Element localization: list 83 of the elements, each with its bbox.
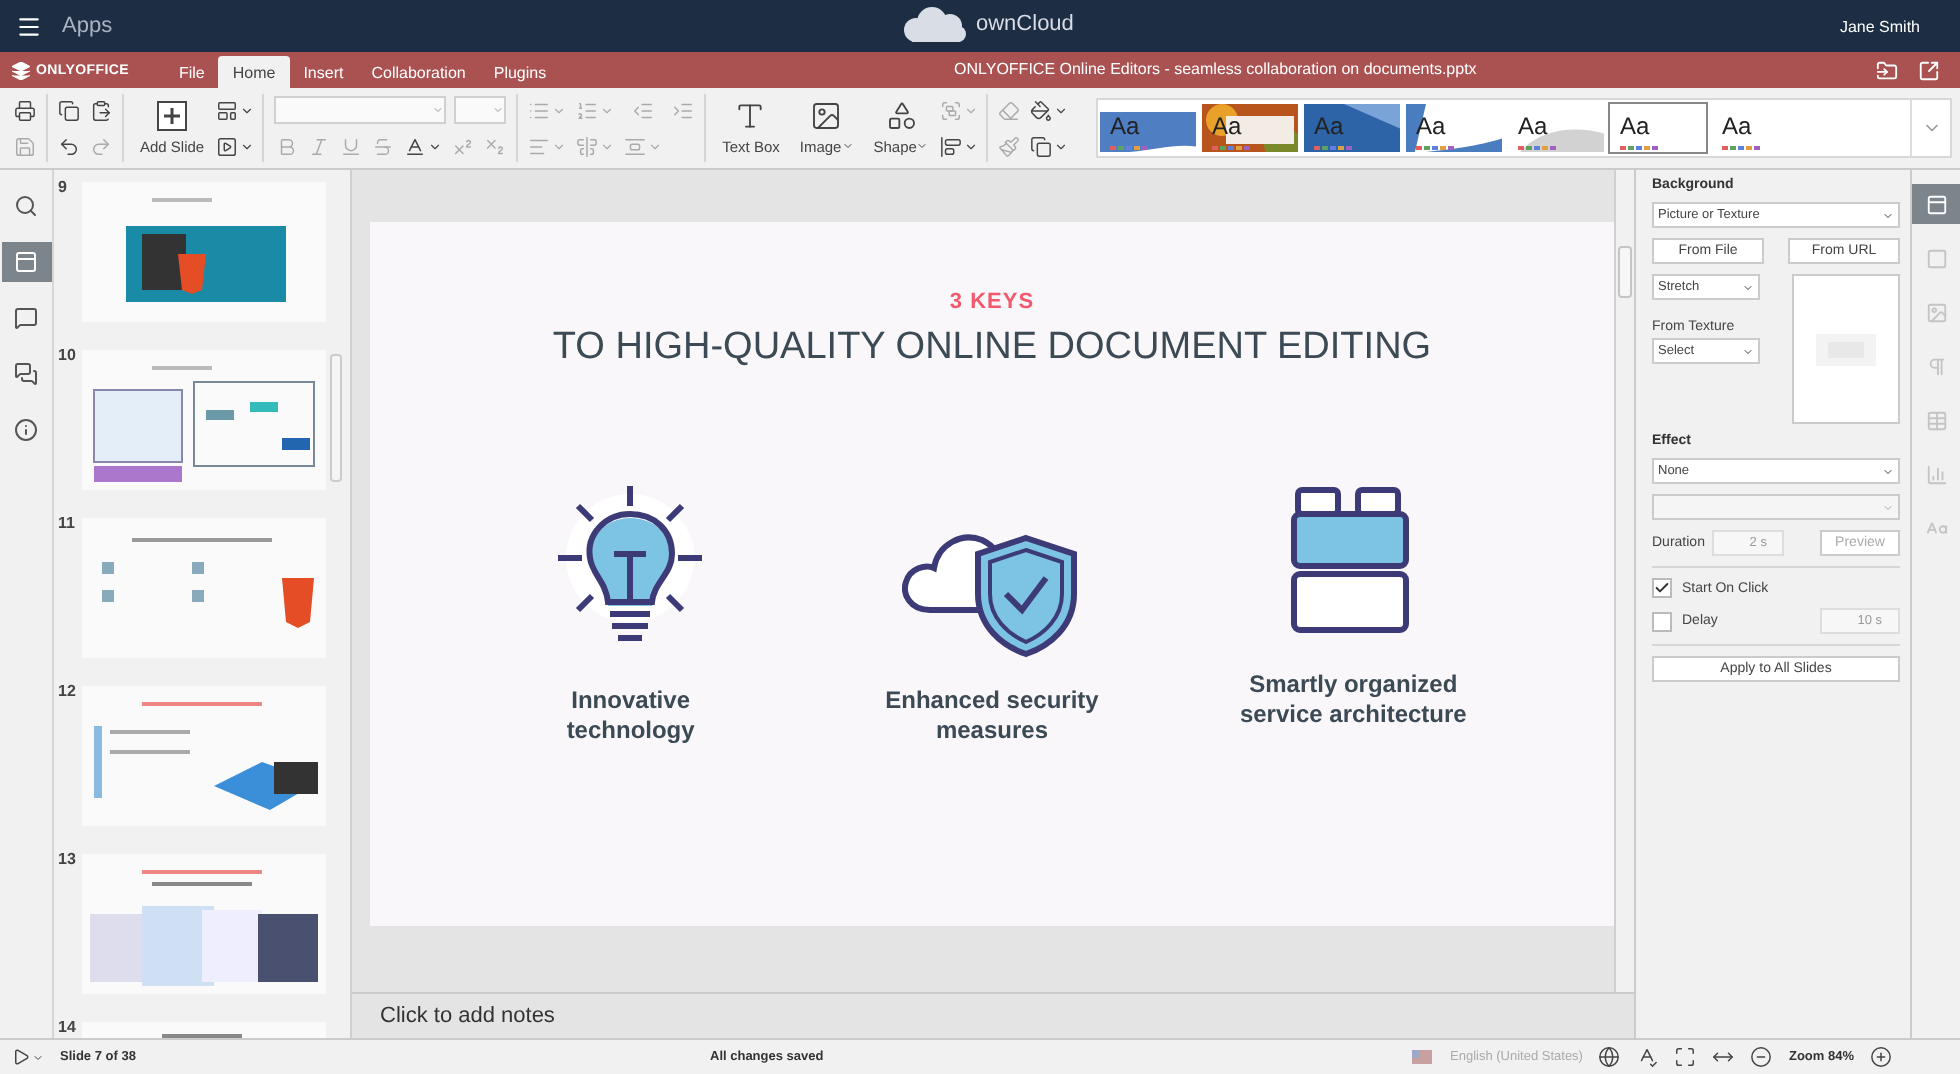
indent-increase-icon[interactable] xyxy=(672,99,695,121)
image-icon xyxy=(810,100,843,132)
theme-thumbnail[interactable]: Aa xyxy=(1608,102,1708,154)
line-spacing-icon[interactable] xyxy=(624,135,663,157)
caret-icon xyxy=(1882,501,1894,513)
bold-icon[interactable] xyxy=(275,135,298,157)
caret-icon xyxy=(916,140,929,152)
cloud-logo-icon xyxy=(900,6,968,42)
slide-number: 13 xyxy=(58,850,78,872)
slide-number: 14 xyxy=(58,1018,78,1038)
checkbox[interactable] xyxy=(1652,611,1672,631)
align-icon[interactable] xyxy=(940,135,979,157)
caret-icon xyxy=(1882,209,1894,221)
font-name-field[interactable] xyxy=(274,96,447,124)
plus-icon xyxy=(156,100,189,132)
slideshow-icon[interactable] xyxy=(216,135,255,157)
menu-tab[interactable]: File xyxy=(164,56,219,88)
text-box-icon xyxy=(734,100,767,132)
redo-icon[interactable] xyxy=(90,135,112,157)
caret-icon xyxy=(432,104,445,116)
vertical-align-icon[interactable] xyxy=(576,135,615,157)
slide-title: TO HIGH-QUALITY ONLINE DOCUMENT EDITING xyxy=(552,326,1432,370)
layers-logo-icon xyxy=(12,61,30,79)
paste-icon[interactable] xyxy=(90,99,112,121)
apps-label: Apps xyxy=(62,14,113,38)
caret-icon xyxy=(841,140,854,152)
feature-caption: Innovative technology xyxy=(564,686,697,746)
open-folder-icon[interactable] xyxy=(1876,59,1898,81)
underline-icon[interactable] xyxy=(339,135,362,157)
feature-caption: Smartly organized service architecture xyxy=(1237,670,1469,730)
brand-name: ownCloud xyxy=(976,12,1074,36)
notes-field[interactable]: Click to add notes xyxy=(376,1002,784,1030)
arrange-icon[interactable] xyxy=(940,99,979,121)
italic-icon[interactable] xyxy=(307,135,330,157)
menu-icon[interactable] xyxy=(16,13,42,39)
play-icon[interactable] xyxy=(12,1048,44,1066)
globe-icon[interactable] xyxy=(1598,1046,1621,1068)
flag-icon xyxy=(1412,1050,1432,1064)
user-name[interactable]: Jane Smith xyxy=(1839,17,1920,35)
feature-caption: Enhanced security measures xyxy=(883,686,1101,746)
menu-tab[interactable]: Insert xyxy=(289,56,358,88)
align-left-icon[interactable] xyxy=(528,135,567,157)
slides-icon[interactable] xyxy=(1,242,51,282)
caret-icon xyxy=(1742,345,1754,357)
document-title: ONLYOFFICE Online Editors - seamless collaboration on documents.pptx xyxy=(954,60,1477,78)
indent-decrease-icon[interactable] xyxy=(632,99,655,121)
menu-tab[interactable]: Plugins xyxy=(479,56,561,88)
checkbox[interactable] xyxy=(1652,578,1672,598)
menu-tab[interactable]: Home xyxy=(218,56,290,88)
save-icon[interactable] xyxy=(14,135,36,157)
scrollbar[interactable] xyxy=(1614,170,1634,992)
layout-icon[interactable] xyxy=(216,99,255,121)
menu-tab[interactable]: Collaboration xyxy=(357,56,480,88)
zoom-in-icon[interactable] xyxy=(1870,1046,1892,1068)
numbering-icon[interactable] xyxy=(576,99,615,121)
zoom-out-icon[interactable] xyxy=(1750,1046,1773,1068)
fit-slide-icon[interactable] xyxy=(1674,1046,1697,1068)
print-icon[interactable] xyxy=(14,99,36,121)
caret-icon xyxy=(492,104,505,116)
external-link-icon[interactable] xyxy=(1918,59,1940,81)
caret-icon xyxy=(1742,281,1754,293)
caret-icon xyxy=(1882,465,1894,477)
slide-settings-icon[interactable] xyxy=(1911,184,1960,224)
slide-number: 10 xyxy=(58,346,78,368)
subscript-icon[interactable] xyxy=(483,135,506,157)
slide-size-icon[interactable] xyxy=(1030,135,1069,157)
superscript-icon[interactable] xyxy=(451,135,474,157)
color-scheme-icon[interactable] xyxy=(1030,99,1069,121)
slide-number: 9 xyxy=(58,178,69,200)
undo-icon[interactable] xyxy=(58,135,80,157)
brush-icon[interactable] xyxy=(998,135,1021,157)
scrollbar[interactable] xyxy=(330,354,342,482)
font-size-field[interactable] xyxy=(454,96,507,124)
shapes-icon xyxy=(885,100,918,132)
font-color-icon[interactable] xyxy=(403,135,442,157)
strikethrough-icon[interactable] xyxy=(371,135,394,157)
slide-kicker: 3 KEYS xyxy=(949,290,1035,314)
slide-canvas[interactable]: 3 KEYS TO HIGH-QUALITY ONLINE DOCUMENT EDITING Innovative technology Enhanced security measures Smartly organized service architecture xyxy=(370,222,1614,926)
slide-number: 12 xyxy=(58,682,78,704)
copy-icon[interactable] xyxy=(58,99,80,121)
spellcheck-icon[interactable] xyxy=(1636,1046,1659,1068)
eraser-icon[interactable] xyxy=(998,99,1021,121)
slide-number: 11 xyxy=(58,514,77,536)
